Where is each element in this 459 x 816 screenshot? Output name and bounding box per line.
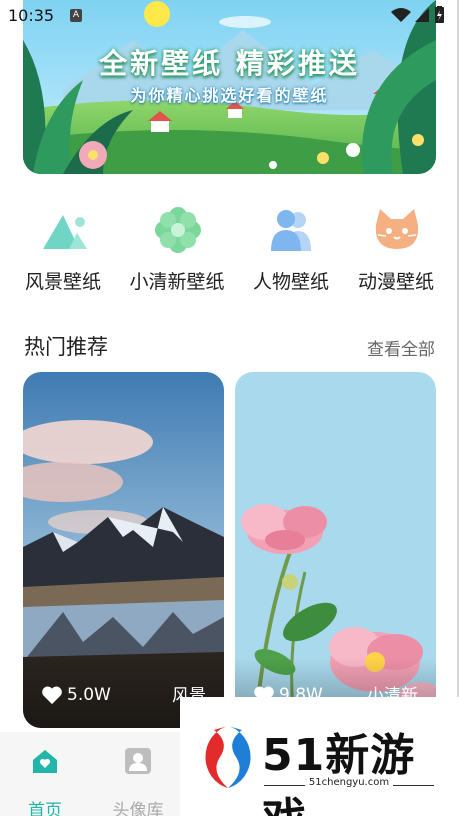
watermark-url: 51chengyu.com bbox=[264, 777, 434, 788]
mountain-icon bbox=[43, 215, 87, 249]
like-count: 5.0W bbox=[41, 684, 111, 706]
category-label: 小清新壁纸 bbox=[129, 271, 225, 293]
home-icon bbox=[33, 750, 57, 773]
category-landscape[interactable]: 风景壁纸 bbox=[8, 205, 118, 295]
category-label: 动漫壁纸 bbox=[357, 271, 434, 293]
watermark-logo bbox=[205, 726, 251, 788]
category-label: 风景壁纸 bbox=[24, 271, 101, 293]
nav-avatar-library[interactable]: 头像库 bbox=[103, 748, 173, 816]
heart-icon bbox=[42, 686, 62, 705]
notification-icon: A bbox=[70, 9, 82, 22]
status-bar: 10:35 A bbox=[0, 0, 459, 32]
signal-battery-icons bbox=[391, 6, 444, 23]
category-people[interactable]: 人物壁纸 bbox=[236, 205, 346, 295]
wallpaper-card[interactable]: 9.8W 小清新 bbox=[235, 372, 436, 728]
category-anime[interactable]: 动漫壁纸 bbox=[341, 205, 451, 295]
category-fresh[interactable]: 小清新壁纸 bbox=[122, 205, 232, 295]
category-label: 人物壁纸 bbox=[252, 271, 329, 293]
like-number: 5.0W bbox=[67, 685, 111, 705]
watermark: 51新游戏 51chengyu.com bbox=[180, 697, 459, 816]
wallpaper-card[interactable]: 5.0W 风景 bbox=[23, 372, 224, 728]
cat-icon bbox=[375, 209, 419, 249]
people-icon bbox=[271, 210, 311, 251]
category-grid: 风景壁纸 小清新壁纸 人物壁纸 动漫壁纸 bbox=[0, 205, 459, 295]
avatar-icon bbox=[125, 748, 151, 774]
status-time: 10:35 bbox=[8, 6, 55, 25]
watermark-brand: 51新游戏 bbox=[262, 730, 416, 816]
see-all-link[interactable]: 查看全部 bbox=[367, 335, 435, 360]
nav-home[interactable]: 首页 bbox=[10, 748, 80, 816]
nav-label: 头像库 bbox=[112, 801, 164, 816]
banner-subtitle: 为你精心挑选好看的壁纸 bbox=[130, 86, 329, 105]
banner-title: 全新壁纸 精彩推送 bbox=[99, 47, 360, 80]
flower-icon bbox=[155, 207, 201, 253]
nav-label: 首页 bbox=[28, 801, 62, 816]
section-title: 热门推荐 bbox=[24, 335, 108, 359]
